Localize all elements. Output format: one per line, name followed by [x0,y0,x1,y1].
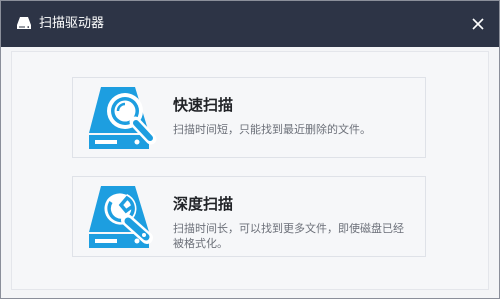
close-icon [472,18,484,30]
quick-scan-title: 快速扫描 [173,96,234,114]
drive-wrench-icon [89,186,153,248]
deep-scan-option[interactable]: 深度扫描 扫描时间长，可以找到更多文件，即使磁盘已经被格式化。 [72,176,426,257]
title-bar[interactable]: 扫描驱动器 [1,1,499,47]
scan-drive-dialog: 扫描驱动器 快速扫描 扫描时间短，只能找到最近删除的文件。 深度扫描 扫描时间长… [0,0,500,299]
drive-icon [17,17,31,29]
close-button[interactable] [463,9,493,39]
deep-scan-title: 深度扫描 [173,195,234,213]
deep-scan-description: 扫描时间长，可以找到更多文件，即使磁盘已经被格式化。 [173,222,404,250]
quick-scan-option[interactable]: 快速扫描 扫描时间短，只能找到最近删除的文件。 [72,77,426,158]
window-title: 扫描驱动器 [39,16,105,31]
quick-scan-description: 扫描时间短，只能找到最近删除的文件。 [173,123,371,136]
drive-magnifier-icon [89,87,157,149]
